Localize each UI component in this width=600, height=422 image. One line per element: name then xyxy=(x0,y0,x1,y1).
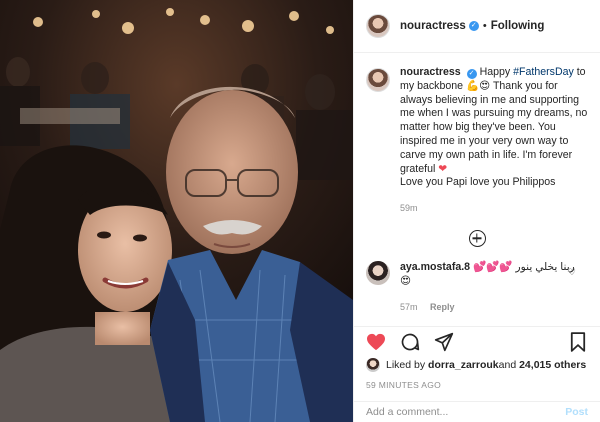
comments-list[interactable]: nouractress ✓ Happy #FathersDay to my ba… xyxy=(354,54,600,326)
caption-time[interactable]: 59m xyxy=(400,203,418,213)
post-comment-button[interactable]: Post xyxy=(565,406,588,418)
post-header: nouractress ✓ • Following xyxy=(354,0,600,53)
post-photo[interactable] xyxy=(0,0,353,422)
hashtag-link[interactable]: #FathersDay xyxy=(513,66,574,78)
save-bookmark-icon[interactable] xyxy=(567,331,589,353)
caption-text: to my backbone 💪😍 Thank you for always b… xyxy=(400,66,588,175)
photo-illustration xyxy=(0,0,353,422)
likes-summary: Liked by dorra_zarrouk and 24,015 others xyxy=(366,358,588,372)
caption-text-last-line: Love you Papi love you Philippos xyxy=(400,176,556,189)
verified-badge-icon: ✓ xyxy=(468,21,479,31)
following-button[interactable]: Following xyxy=(491,20,545,32)
caption-text-prefix: Happy xyxy=(479,66,514,78)
comment-body: aya.mostafa.8 ربنا يخلي ينور 💕💕💕 😍 57m R… xyxy=(400,261,588,314)
like-heart-icon[interactable] xyxy=(365,331,387,353)
verified-badge-icon: ✓ xyxy=(466,69,477,79)
caption-meta: 59m xyxy=(400,202,588,216)
caption-author-avatar[interactable] xyxy=(366,68,390,92)
liker-avatar[interactable] xyxy=(366,358,380,372)
red-heart-emoji-icon: ❤ xyxy=(438,162,448,175)
author-username[interactable]: nouractress xyxy=(400,20,466,32)
caption-username[interactable]: nouractress xyxy=(400,66,461,78)
plus-circle-icon[interactable] xyxy=(468,229,486,247)
commenter-avatar[interactable] xyxy=(366,260,390,285)
action-bar xyxy=(354,326,600,356)
separator-dot: • xyxy=(482,20,487,32)
caption-body: nouractress ✓ Happy #FathersDay to my ba… xyxy=(400,66,588,216)
likes-prefix: Liked by xyxy=(386,359,426,371)
commenter-username[interactable]: aya.mostafa.8 xyxy=(400,261,470,273)
likes-middle: and xyxy=(498,359,517,371)
reply-button[interactable]: Reply xyxy=(430,302,455,312)
post-details-panel: nouractress ✓ • Following nouractress ✓ … xyxy=(353,0,600,422)
post-timestamp[interactable]: 59 MINUTES AGO xyxy=(366,380,441,390)
caption-row: nouractress ✓ Happy #FathersDay to my ba… xyxy=(366,66,588,216)
comment-time[interactable]: 57m xyxy=(400,302,418,312)
add-comment-bar: Post xyxy=(354,401,600,422)
load-more-comments[interactable] xyxy=(366,229,588,247)
author-avatar[interactable] xyxy=(366,14,390,38)
comment-bubble-icon[interactable] xyxy=(399,331,421,353)
share-paper-plane-icon[interactable] xyxy=(433,331,455,353)
comment-like-heart-icon[interactable]: ♡ xyxy=(568,267,576,278)
comment-meta: 57m Reply xyxy=(400,301,588,315)
comment-row: aya.mostafa.8 ربنا يخلي ينور 💕💕💕 😍 57m R… xyxy=(366,260,588,314)
add-comment-input[interactable] xyxy=(366,406,566,418)
liker-username[interactable]: dorra_zarrouk xyxy=(428,359,499,371)
likes-count[interactable]: 24,015 others xyxy=(519,359,586,371)
